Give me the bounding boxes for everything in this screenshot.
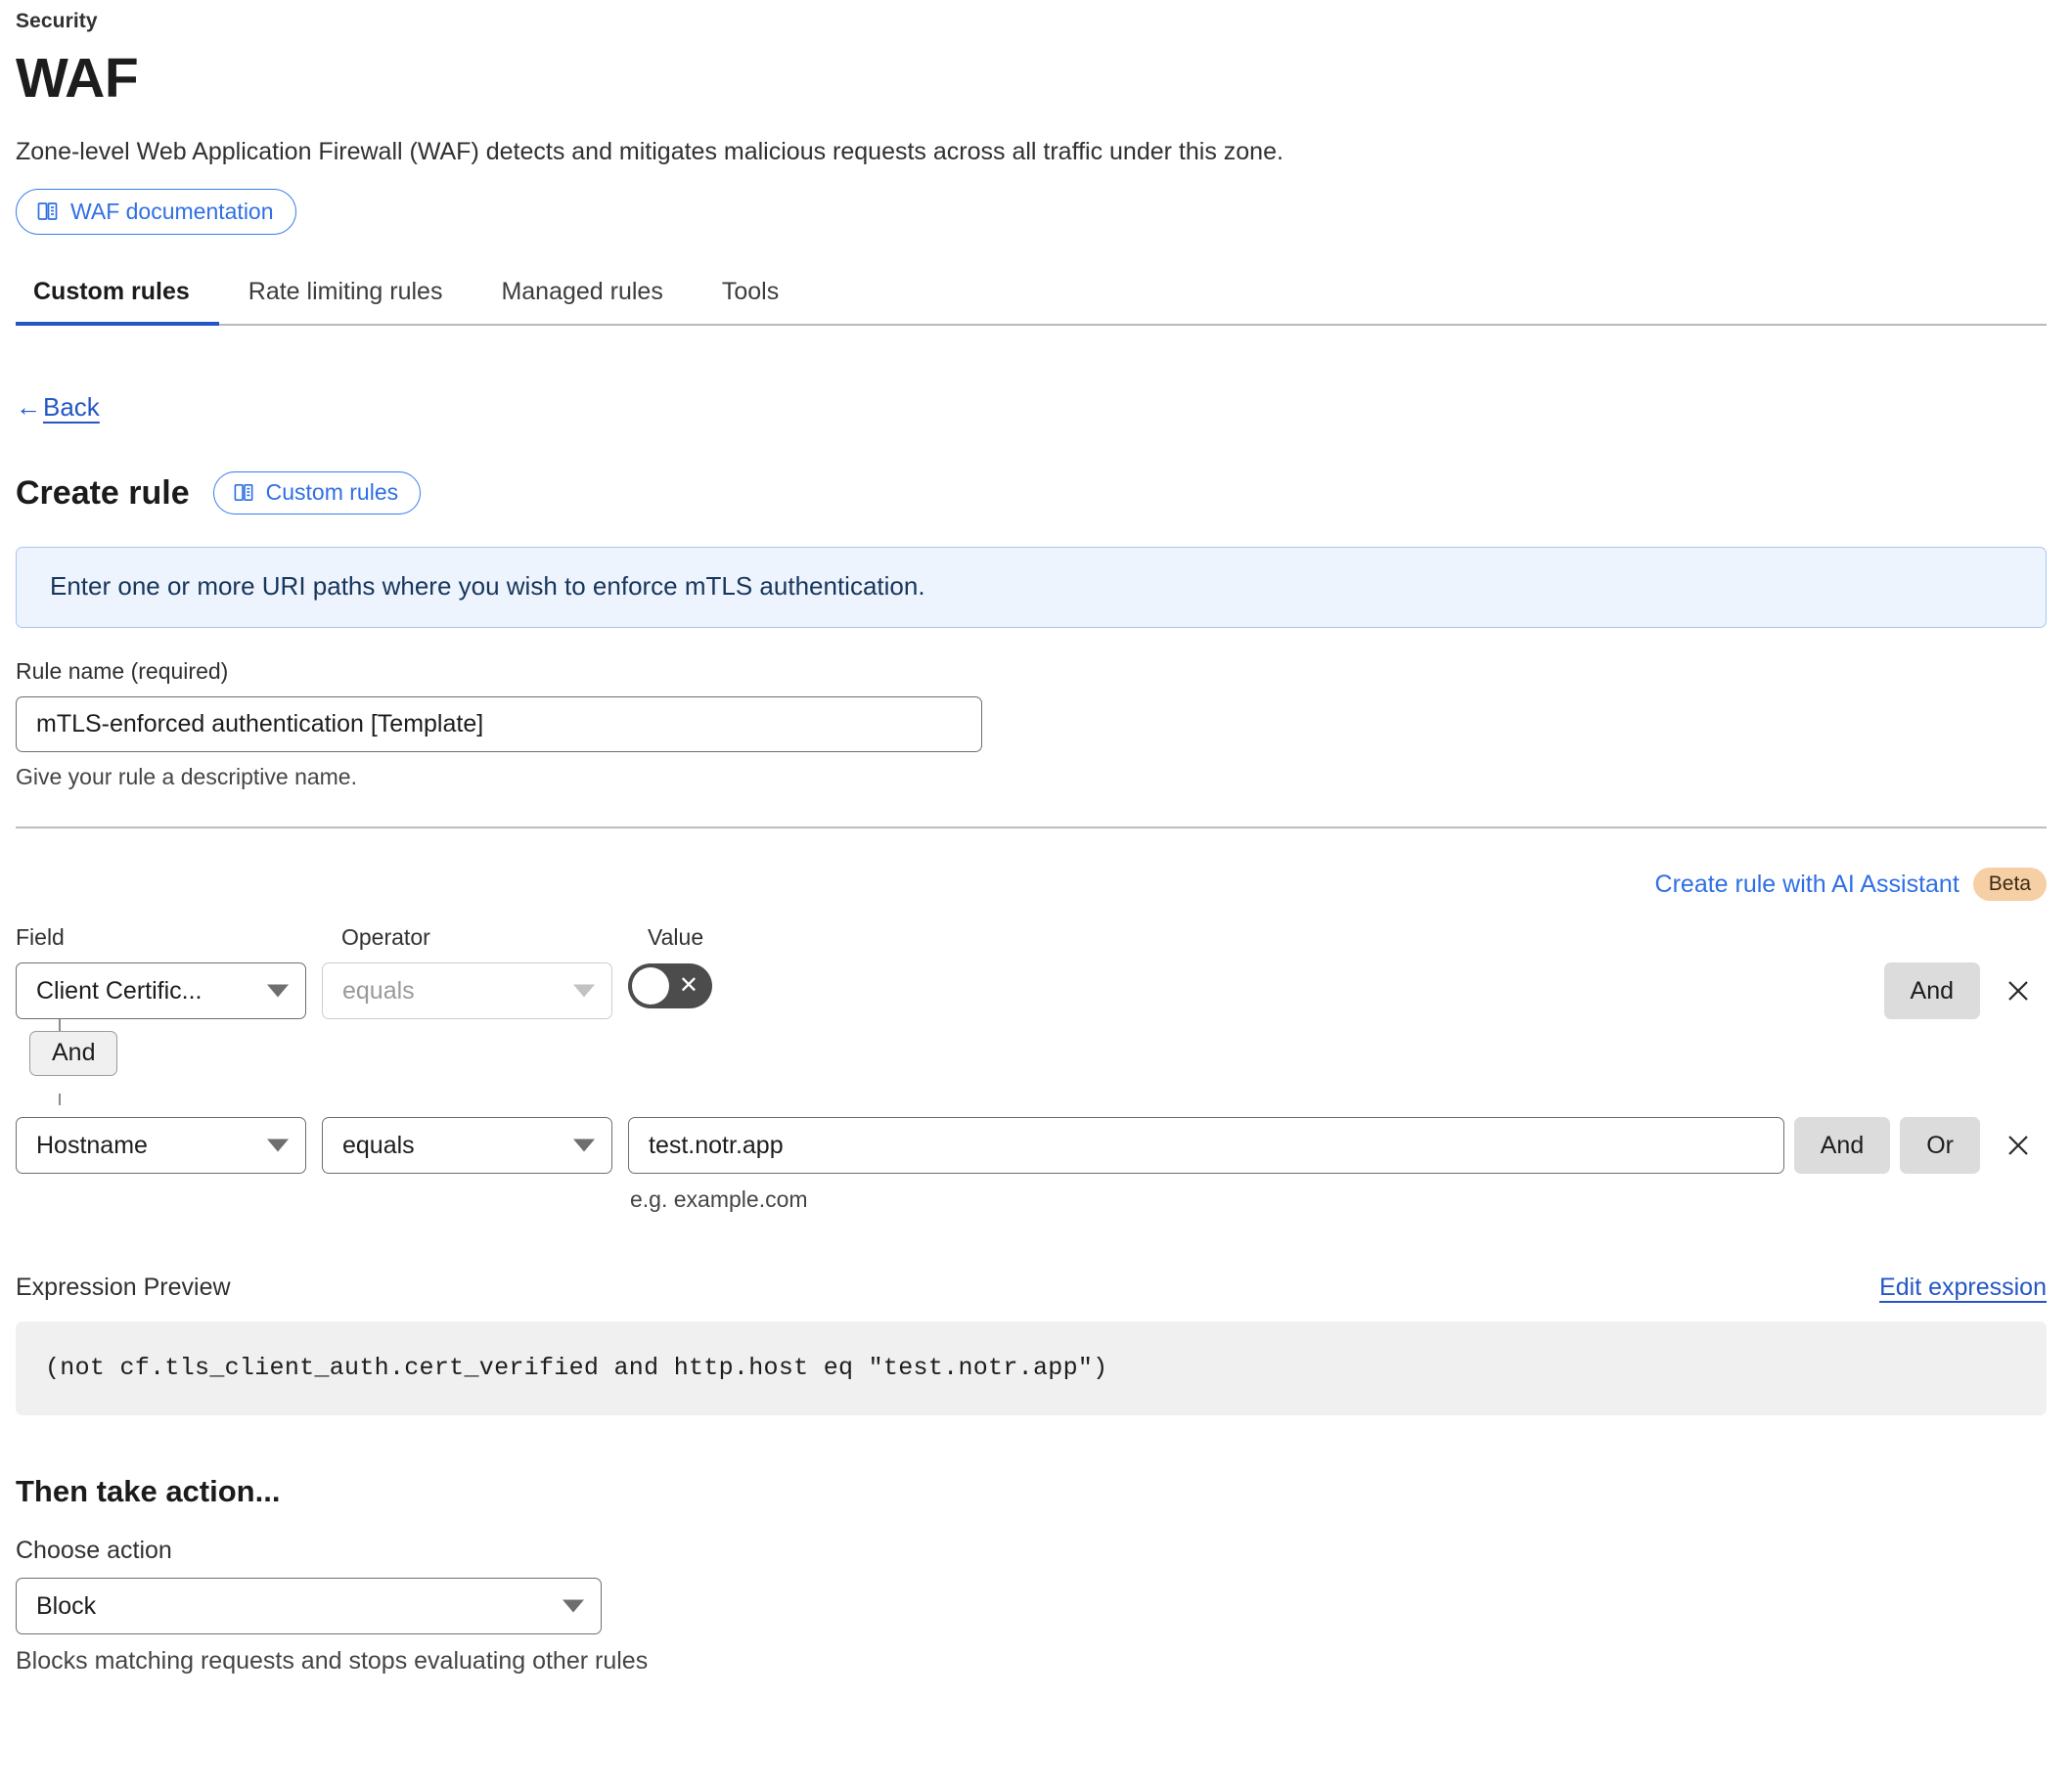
edit-expression-link[interactable]: Edit expression <box>1879 1274 2047 1302</box>
value-toggle-1[interactable]: ✕ <box>628 963 712 1009</box>
operator-select-2[interactable]: equals <box>322 1117 612 1175</box>
or-button-row-2[interactable]: Or <box>1900 1117 1980 1175</box>
waf-documentation-label: WAF documentation <box>70 198 274 224</box>
close-icon: ✕ <box>678 972 698 1000</box>
column-header-value: Value <box>648 924 704 951</box>
rule-name-label: Rule name (required) <box>16 658 229 685</box>
rule-name-hint: Give your rule a descriptive name. <box>16 764 357 790</box>
and-button-row-1[interactable]: And <box>1883 962 1980 1020</box>
page-title: WAF <box>16 47 139 110</box>
field-select-2-value: Hostname <box>36 1131 148 1159</box>
operator-select-1-value: equals <box>342 976 415 1005</box>
condition-row: Hostname equals test.notr.app e.g. examp… <box>16 1117 2047 1213</box>
value-input-2[interactable]: test.notr.app <box>628 1117 1784 1175</box>
chevron-down-icon <box>573 984 595 998</box>
rule-name-value: mTLS-enforced authentication [Template] <box>36 710 484 738</box>
custom-rules-badge-button[interactable]: Custom rules <box>212 471 422 515</box>
book-icon <box>233 481 255 504</box>
expression-preview-header: Expression Preview Edit expression <box>16 1274 2047 1302</box>
choose-action-label: Choose action <box>16 1537 172 1565</box>
arrow-left-icon: ← <box>16 392 41 423</box>
waf-documentation-button[interactable]: WAF documentation <box>16 189 296 236</box>
operator-select-1: equals <box>322 962 612 1020</box>
condition-connector: And <box>16 1019 306 1106</box>
connector-and-chip[interactable]: And <box>29 1031 118 1077</box>
tab-tools-label: Tools <box>721 278 780 306</box>
tab-managed-rules-label: Managed rules <box>501 278 663 306</box>
ai-assistant-row: Create rule with AI Assistant Beta <box>16 868 2047 902</box>
connector-line-top <box>59 1019 61 1032</box>
field-select-2[interactable]: Hostname <box>16 1117 306 1175</box>
rule-name-input[interactable]: mTLS-enforced authentication [Template] <box>16 696 982 753</box>
expression-preview-label: Expression Preview <box>16 1274 231 1302</box>
chevron-down-icon <box>563 1599 584 1613</box>
tab-rate-limiting-rules[interactable]: Rate limiting rules <box>219 278 473 324</box>
field-select-1[interactable]: Client Certific... <box>16 962 306 1020</box>
chevron-down-icon <box>267 984 289 998</box>
operator-select-2-value: equals <box>342 1131 415 1159</box>
tab-custom-rules-label: Custom rules <box>33 278 190 306</box>
and-button-row-2[interactable]: And <box>1793 1117 1891 1175</box>
tab-custom-rules[interactable]: Custom rules <box>16 278 219 327</box>
create-rule-header: Create rule Custom rules <box>16 471 2047 515</box>
value-input-2-value: test.notr.app <box>649 1131 784 1159</box>
back-link[interactable]: ← Back <box>16 392 100 423</box>
back-link-label: Back <box>43 392 100 423</box>
book-icon <box>36 200 60 223</box>
value-input-2-hint: e.g. example.com <box>630 1186 808 1213</box>
choose-action-value: Block <box>36 1591 97 1620</box>
remove-condition-row-1[interactable] <box>1990 962 2047 1019</box>
connector-line-bottom <box>59 1094 61 1106</box>
chevron-down-icon <box>573 1139 595 1152</box>
condition-row: Client Certific... equals ✕ And <box>16 962 2047 1020</box>
expression-preview-code: (not cf.tls_client_auth.cert_verified an… <box>16 1321 2047 1416</box>
tab-tools[interactable]: Tools <box>693 278 808 324</box>
info-banner-text: Enter one or more URI paths where you wi… <box>50 571 925 602</box>
toggle-knob <box>632 967 669 1006</box>
then-take-action-title: Then take action... <box>16 1474 281 1509</box>
remove-condition-row-2[interactable] <box>1990 1117 2047 1174</box>
section-divider <box>16 827 2047 829</box>
value-toggle-cell: ✕ <box>628 962 1884 1013</box>
create-rule-with-ai-assistant-link[interactable]: Create rule with AI Assistant <box>1655 871 1959 899</box>
column-header-field: Field <box>16 924 65 951</box>
chevron-down-icon <box>267 1139 289 1152</box>
waf-page: Security WAF Zone-level Web Application … <box>0 0 2072 1676</box>
tab-rate-limiting-rules-label: Rate limiting rules <box>248 278 443 306</box>
choose-action-select[interactable]: Block <box>16 1578 602 1635</box>
condition-column-headers: Field Operator Value <box>16 924 2047 951</box>
page-description: Zone-level Web Application Firewall (WAF… <box>16 137 1284 165</box>
column-header-operator: Operator <box>341 924 430 951</box>
field-select-1-value: Client Certific... <box>36 976 203 1005</box>
beta-badge: Beta <box>1972 868 2047 902</box>
tab-managed-rules[interactable]: Managed rules <box>472 278 692 324</box>
breadcrumb-eyebrow: Security <box>16 10 98 32</box>
waf-tabs: Custom rules Rate limiting rules Managed… <box>16 278 2047 327</box>
info-banner: Enter one or more URI paths where you wi… <box>16 547 2047 629</box>
choose-action-hint: Blocks matching requests and stops evalu… <box>16 1647 649 1676</box>
custom-rules-badge-label: Custom rules <box>265 479 399 506</box>
create-rule-title: Create rule <box>16 473 190 512</box>
